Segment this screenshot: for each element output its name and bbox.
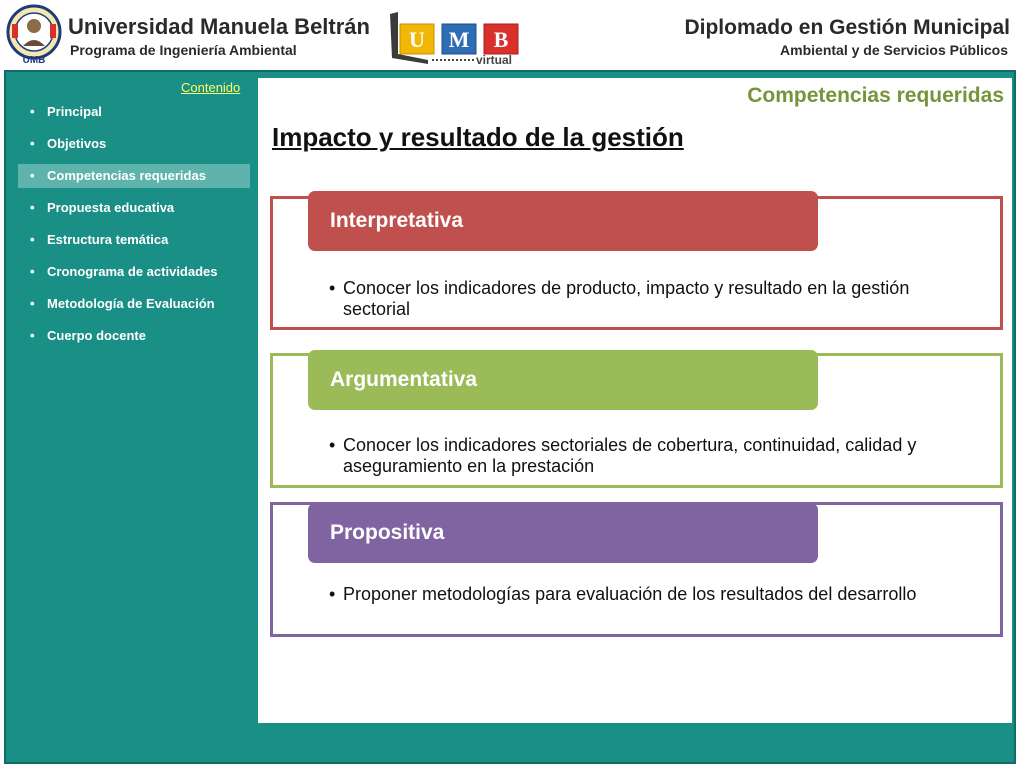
bullet-icon: •: [329, 584, 336, 604]
content-link[interactable]: Contenido: [181, 80, 240, 95]
sidebar-item-label: Estructura temática: [47, 232, 169, 247]
sidebar-item-label: Cronograma de actividades: [47, 264, 218, 279]
sidebar-item-label: Propuesta educativa: [47, 200, 175, 215]
page-header: UMB Universidad Manuela Beltrán Programa…: [0, 0, 1024, 70]
competency-bullet-text: Conocer los indicadores de producto, imp…: [343, 278, 910, 319]
diploma-title: Diplomado en Gestión Municipal: [684, 16, 1010, 39]
competency-tab-argumentativa: Argumentativa: [308, 350, 818, 410]
svg-text:virtual: virtual: [476, 53, 512, 66]
competency-tab-interpretativa: Interpretativa: [308, 191, 818, 251]
umb-virtual-logo: U M B virtual: [390, 12, 519, 66]
bullet-icon: •: [30, 104, 35, 119]
sidebar-item-label: Cuerpo docente: [47, 328, 146, 343]
svg-text:B: B: [494, 27, 509, 52]
svg-text:M: M: [449, 27, 470, 52]
sidebar-item-label: Metodología de Evaluación: [47, 296, 215, 311]
bullet-icon: •: [30, 264, 35, 279]
bullet-icon: •: [30, 168, 35, 183]
sidebar-nav: • Principal • Objetivos • Competencias requ…: [18, 100, 250, 356]
bullet-icon: •: [30, 200, 35, 215]
sidebar-item-label: Objetivos: [47, 136, 107, 151]
bullet-icon: •: [30, 328, 35, 343]
competency-bullet: • Proponer metodologías para evaluación d…: [329, 584, 943, 605]
competency-bullet-text: Proponer metodologías para evaluación de…: [343, 584, 917, 604]
program-name: Programa de Ingeniería Ambiental: [70, 42, 297, 58]
sidebar-item-propuesta[interactable]: • Propuesta educativa: [18, 196, 250, 220]
bullet-icon: •: [30, 232, 35, 247]
university-seal-icon: UMB: [6, 4, 62, 66]
competency-bullet: • Conocer los indicadores sectoriales de …: [329, 435, 943, 477]
sidebar-item-cronograma[interactable]: • Cronograma de actividades: [18, 260, 250, 284]
page-title: Impacto y resultado de la gestión: [272, 122, 684, 152]
sidebar-item-principal[interactable]: • Principal: [18, 100, 250, 124]
university-name: Universidad Manuela Beltrán: [68, 14, 370, 39]
svg-text:UMB: UMB: [23, 55, 46, 66]
bullet-icon: •: [329, 435, 336, 455]
svg-text:U: U: [409, 27, 425, 52]
sidebar-item-objetivos[interactable]: • Objetivos: [18, 132, 250, 156]
competency-bullet-text: Conocer los indicadores sectoriales de c…: [343, 435, 917, 476]
sidebar-item-label: Principal: [47, 104, 102, 119]
sidebar-item-competencias[interactable]: • Competencias requeridas: [18, 164, 250, 188]
bullet-icon: •: [30, 296, 35, 311]
sidebar-item-label: Competencias requeridas: [47, 168, 206, 183]
competency-tab-propositiva: Propositiva: [308, 503, 818, 563]
section-title: Competencias requeridas: [747, 84, 1004, 107]
bullet-icon: •: [30, 136, 35, 151]
diploma-subtitle: Ambiental y de Servicios Públicos: [780, 42, 1008, 58]
sidebar-item-docente[interactable]: • Cuerpo docente: [18, 324, 250, 348]
sidebar-item-estructura[interactable]: • Estructura temática: [18, 228, 250, 252]
bullet-icon: •: [329, 278, 336, 298]
competency-bullet: • Conocer los indicadores de producto, im…: [329, 278, 943, 320]
sidebar-item-metodologia[interactable]: • Metodología de Evaluación: [18, 292, 250, 316]
